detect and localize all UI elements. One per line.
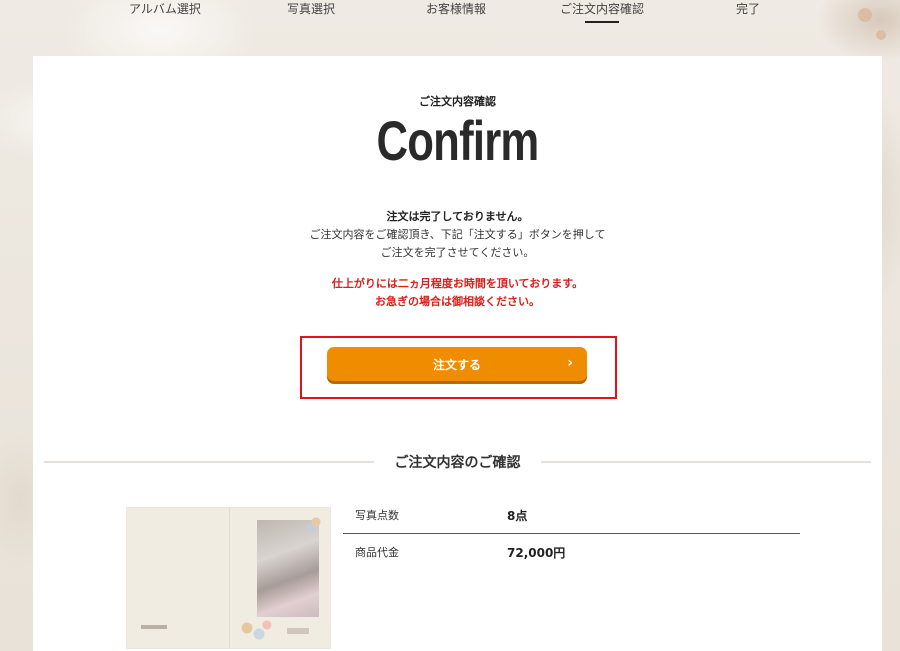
flower-decoration [307,513,325,531]
order-details-table: 写真点数 8点 商品代金 72,000円 [343,507,800,571]
bouquet-decoration [235,616,275,646]
summary-section-header: ご注文内容のご確認 [44,449,871,473]
notice-line-1: ご注文内容をご確認頂き、下記「注文する」ボタンを押して [309,228,606,241]
background-flower [876,30,886,40]
chevron-right-icon: › [567,355,573,371]
wedding-photo [257,520,319,617]
page-subtitle: ご注文内容確認 [419,95,496,108]
page-title: Confirm [376,109,540,172]
step-complete[interactable]: 完了 [736,0,760,17]
confirm-card: ご注文内容確認 Confirm 注文は完了しておりません。 ご注文内容をご確認頂… [33,56,882,651]
detail-value: 8点 [507,509,528,523]
detail-value: 72,000円 [507,546,566,560]
step-navigation: アルバム選択 写真選択 お客様情報 ご注文内容確認 完了 [0,0,900,30]
step-album-select[interactable]: アルバム選択 [129,0,201,17]
step-order-confirm[interactable]: ご注文内容確認 [560,0,644,17]
notice-line-2: ご注文を完了させてください。 [380,246,535,259]
album-thumbnail [126,507,331,649]
warning-line-1: 仕上がりには二ヵ月程度お時間を頂いております。 [331,277,584,290]
album-caption [287,628,309,634]
detail-key: 商品代金 [355,546,399,559]
detail-row: 商品代金 72,000円 [343,534,800,571]
notice-heading: 注文は完了しておりません。 [386,210,529,223]
detail-row: 写真点数 8点 [343,507,800,534]
order-button-label: 注文する [432,357,481,372]
order-button[interactable]: 注文する › [327,347,587,381]
summary-heading: ご注文内容のご確認 [394,455,521,471]
album-spine [229,508,230,648]
warning-line-2: お急ぎの場合は御相談ください。 [375,295,540,308]
album-logo [141,625,167,629]
detail-key: 写真点数 [355,509,399,522]
step-photo-select[interactable]: 写真選択 [287,0,335,17]
step-customer-info[interactable]: お客様情報 [426,0,486,17]
